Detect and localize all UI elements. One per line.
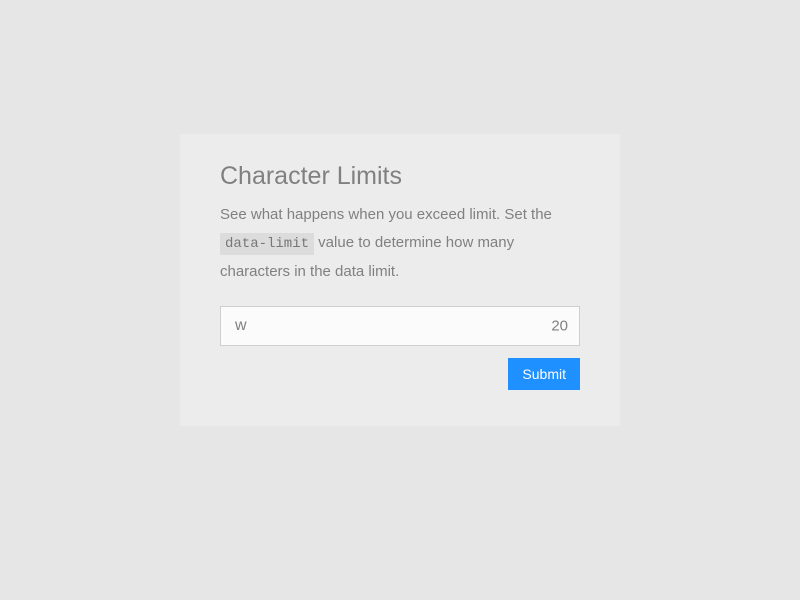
limited-text-input[interactable] [220, 306, 580, 346]
input-container: 20 [220, 306, 580, 346]
card-description: See what happens when you exceed limit. … [220, 201, 580, 287]
code-snippet: data-limit [220, 233, 314, 255]
description-text-pre: See what happens when you exceed limit. … [220, 206, 552, 223]
card-title: Character Limits [220, 162, 580, 191]
form-card: Character Limits See what happens when y… [180, 134, 620, 427]
submit-button[interactable]: Submit [508, 358, 580, 390]
button-row: Submit [220, 358, 580, 390]
